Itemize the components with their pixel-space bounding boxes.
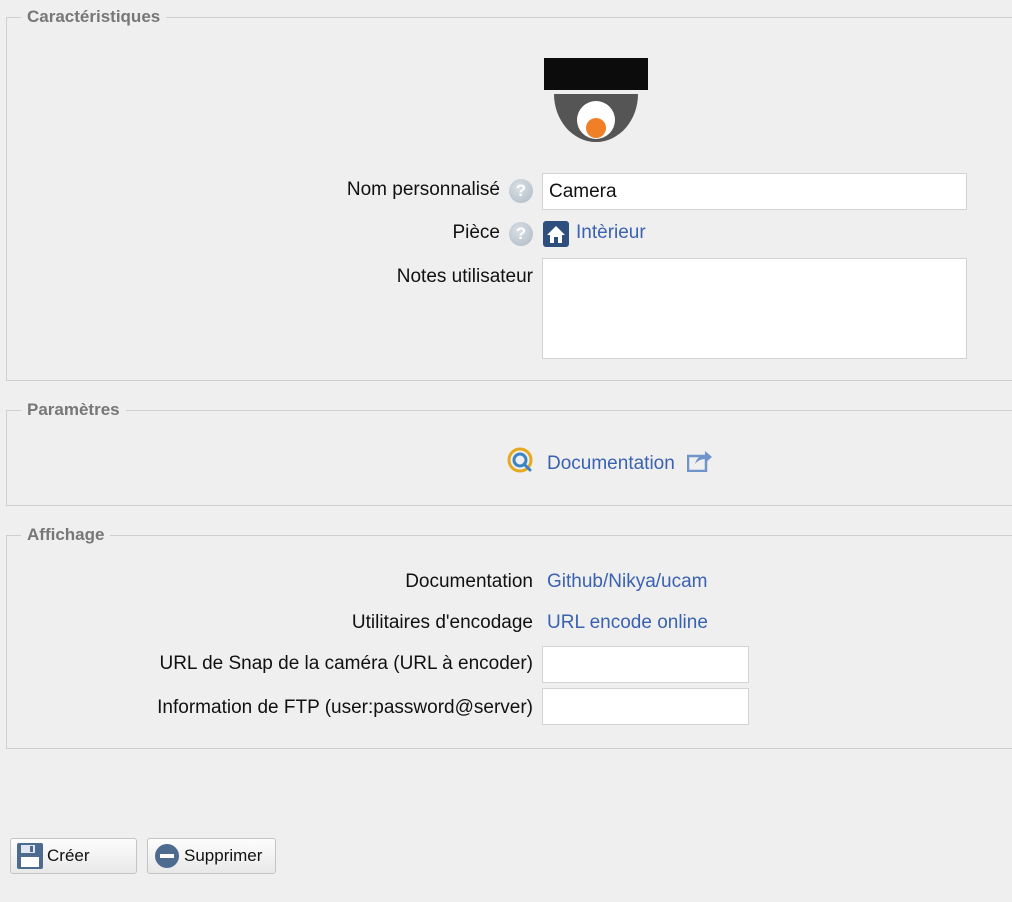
minus-circle-icon — [154, 843, 180, 869]
snap-url-input[interactable] — [542, 646, 749, 683]
parametres-legend: Paramètres — [21, 400, 126, 420]
github-link[interactable]: Github/Nikya/ucam — [547, 571, 708, 593]
floppy-disk-icon — [17, 843, 43, 869]
affichage-doc-label: Documentation — [405, 571, 533, 592]
plugin-doc-icon — [507, 447, 535, 475]
ftp-label: Information de FTP (user:password@server… — [157, 697, 533, 718]
caracteristiques-legend: Caractéristiques — [21, 7, 167, 27]
create-button-label: Créer — [47, 846, 90, 865]
snap-url-label: URL de Snap de la caméra (URL à encoder) — [159, 653, 533, 674]
name-label: Nom personnalisé — [346, 179, 500, 200]
affichage-legend: Affichage — [21, 525, 111, 545]
name-input[interactable] — [542, 173, 967, 210]
ftp-input[interactable] — [542, 688, 749, 725]
encode-label: Utilitaires d'encodage — [351, 612, 533, 633]
name-help-icon[interactable]: ? — [509, 179, 533, 203]
notes-label: Notes utilisateur — [396, 266, 533, 287]
notes-textarea[interactable] — [542, 258, 967, 359]
room-link[interactable]: Intèrieur — [576, 222, 646, 244]
home-icon — [543, 221, 569, 247]
room-help-icon[interactable]: ? — [509, 222, 533, 246]
url-encode-link[interactable]: URL encode online — [547, 612, 708, 634]
room-label: Pièce — [452, 222, 500, 243]
parametres-doc-link[interactable]: Documentation — [547, 453, 675, 475]
delete-button[interactable]: Supprimer — [147, 838, 276, 874]
create-button[interactable]: Créer — [10, 838, 137, 874]
dome-camera-icon — [542, 58, 650, 144]
external-link-icon[interactable] — [686, 450, 713, 473]
delete-button-label: Supprimer — [184, 846, 263, 865]
